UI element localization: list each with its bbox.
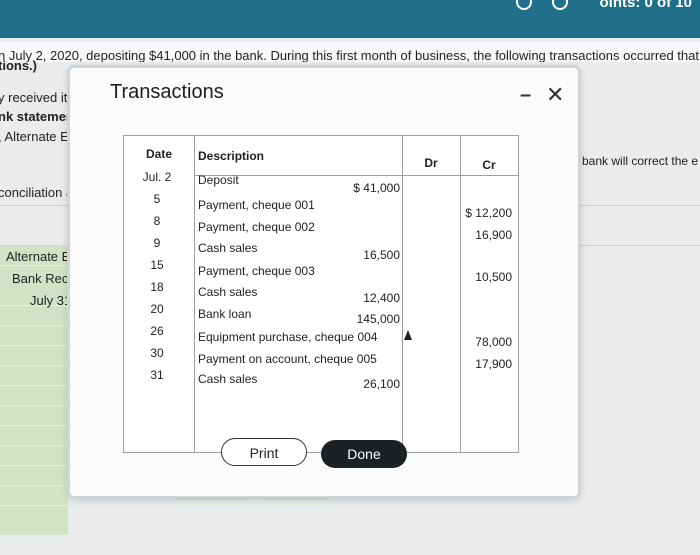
cell-cr: 17,900 — [475, 357, 512, 371]
cell-date: 20 — [150, 302, 164, 316]
cell-description: Payment, cheque 003 — [198, 264, 315, 278]
close-icon[interactable]: ✕ — [546, 82, 564, 108]
cell-description: Deposit — [198, 173, 239, 187]
cell-dr: 145,000 — [356, 312, 400, 326]
mouse-cursor-icon — [404, 330, 412, 340]
bg-text: Alternate E — [6, 249, 71, 264]
cell-cr: 16,900 — [475, 228, 512, 242]
cell-dr: 16,500 — [363, 248, 400, 262]
cell-date: 26 — [150, 324, 164, 338]
points-label: oints: 0 of 10 — [599, 0, 692, 11]
divider — [176, 498, 254, 499]
cell-date: 9 — [153, 236, 161, 250]
circle-icon — [552, 0, 568, 10]
bg-text: conciliation at — [0, 185, 77, 200]
cell-description: Bank loan — [198, 307, 252, 321]
cell-cr: $ 12,200 — [465, 206, 512, 220]
cell-date: 5 — [153, 192, 161, 206]
cell-date: 15 — [150, 258, 164, 272]
bg-text: e bank will correct the e — [572, 154, 699, 168]
header-date: Date — [145, 147, 172, 161]
bg-text: Bank Reco — [12, 271, 76, 286]
worksheet-panel — [0, 245, 68, 535]
divider — [258, 498, 330, 499]
bg-text: y received it — [0, 90, 68, 105]
cell-description: Equipment purchase, cheque 004 — [198, 330, 378, 344]
bg-text: July 31 — [30, 293, 72, 308]
bg-text: nk statemen — [0, 109, 74, 124]
divider — [0, 205, 68, 206]
divider — [578, 245, 700, 246]
cell-dr: 12,400 — [363, 291, 400, 305]
bg-text: tions.) — [0, 58, 37, 73]
cell-dr: 26,100 — [363, 377, 400, 391]
question-intro: n July 2, 2020, depositing $41,000 in th… — [0, 42, 700, 62]
print-button[interactable]: Print — [221, 438, 307, 466]
cell-description: Payment, cheque 001 — [198, 198, 315, 212]
header-dr: Dr — [424, 156, 438, 170]
cell-description: Payment, cheque 002 — [198, 220, 315, 234]
cell-date: 18 — [150, 280, 164, 294]
cell-description: Payment on account, cheque 005 — [198, 352, 377, 366]
cell-description: Cash sales — [198, 285, 258, 299]
divider — [578, 205, 700, 206]
dialog-title: Transactions — [110, 81, 224, 103]
transactions-dialog: Transactions – ✕ Date Description Dr Cr … — [70, 68, 578, 496]
done-button[interactable]: Done — [321, 440, 407, 468]
cell-date: 30 — [150, 346, 164, 360]
transactions-table: Date Description Dr Cr Jul. 2 Deposit $ … — [123, 135, 519, 453]
cell-date: Jul. 2 — [142, 170, 172, 184]
cell-date: 8 — [153, 214, 161, 228]
minimize-icon[interactable]: – — [520, 84, 531, 107]
cell-description: Cash sales — [198, 241, 258, 255]
cell-date: 31 — [150, 368, 164, 382]
top-bar: oints: 0 of 10 — [0, 0, 700, 38]
cell-cr: 78,000 — [475, 335, 512, 349]
cell-description: Cash sales — [198, 372, 258, 386]
cell-cr: 10,500 — [475, 270, 512, 284]
circle-icon — [516, 0, 532, 10]
header-description: Description — [198, 149, 265, 163]
intro-text: n July 2, 2020, depositing $41,000 in th… — [0, 48, 700, 62]
header-cr: Cr — [482, 158, 496, 172]
bg-text: , Alternate E — [0, 129, 69, 144]
cell-dr: $ 41,000 — [353, 181, 400, 195]
